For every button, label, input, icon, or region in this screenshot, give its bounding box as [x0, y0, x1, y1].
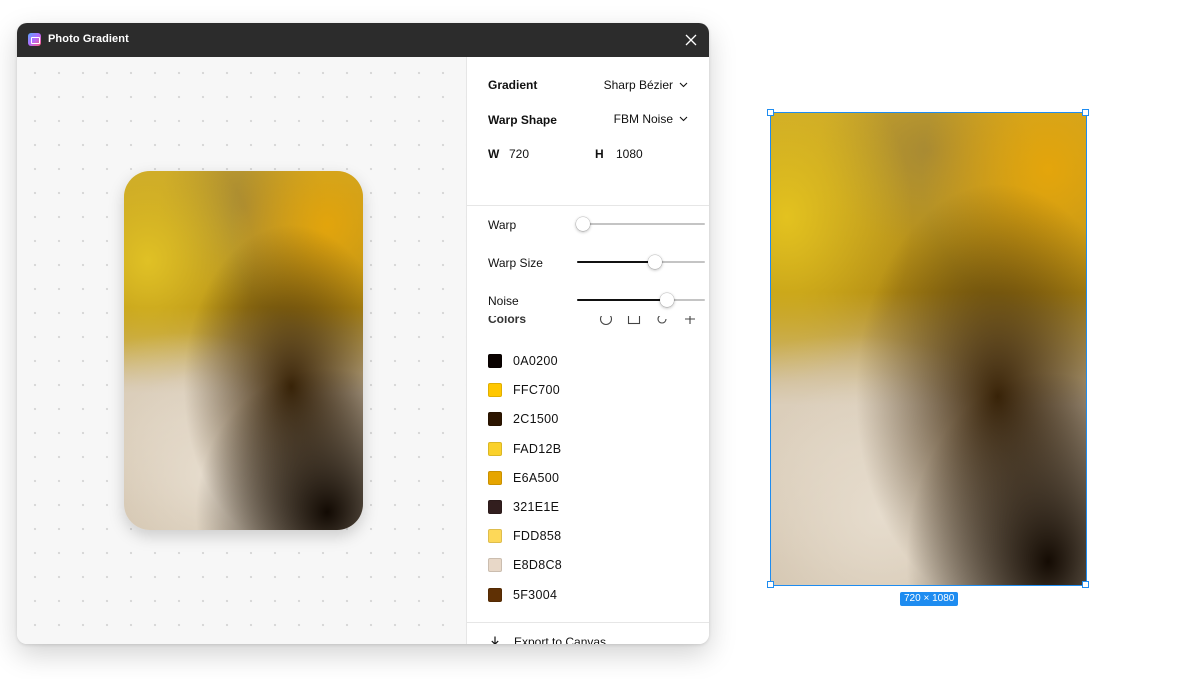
- gradient-value: Sharp Bézier: [603, 78, 673, 92]
- warp-size-label: Warp Size: [488, 256, 543, 270]
- color-row[interactable]: 321E1E: [488, 499, 559, 515]
- color-row[interactable]: FAD12B: [488, 441, 561, 457]
- color-row[interactable]: FFC700: [488, 382, 560, 398]
- color-hex[interactable]: 5F3004: [513, 588, 557, 602]
- color-hex[interactable]: FAD12B: [513, 442, 561, 456]
- size-badge: 720 × 1080: [900, 592, 959, 606]
- color-swatch[interactable]: [488, 383, 502, 398]
- warp-shape-dropdown[interactable]: FBM Noise: [614, 112, 688, 126]
- add-icon[interactable]: [683, 316, 697, 326]
- color-row[interactable]: E6A500: [488, 470, 559, 486]
- refresh-icon[interactable]: [655, 316, 669, 326]
- footer-divider: [467, 622, 709, 623]
- color-hex[interactable]: E8D8C8: [513, 558, 562, 572]
- color-swatch[interactable]: [488, 412, 502, 427]
- color-hex[interactable]: FFC700: [513, 383, 560, 397]
- resize-handle-br[interactable]: [1082, 581, 1089, 588]
- chevron-down-icon: [679, 82, 688, 88]
- resize-handle-tl[interactable]: [767, 109, 774, 116]
- color-swatch[interactable]: [488, 500, 502, 514]
- color-hex[interactable]: FDD858: [513, 529, 561, 543]
- color-swatch[interactable]: [488, 587, 502, 602]
- color-swatch[interactable]: [488, 441, 502, 456]
- colors-header: Colors: [467, 316, 709, 327]
- color-swatch[interactable]: [488, 558, 502, 573]
- height-label: H: [595, 147, 604, 161]
- colors-title: Colors: [488, 316, 527, 326]
- color-swatch[interactable]: [488, 529, 502, 544]
- noise-label: Noise: [488, 294, 519, 308]
- app-icon: [28, 33, 41, 46]
- gradient-preview: [124, 171, 363, 530]
- color-hex[interactable]: 321E1E: [513, 500, 559, 514]
- palette-icon[interactable]: [599, 316, 613, 326]
- color-row[interactable]: E8D8C8: [488, 557, 562, 573]
- gradient-label: Gradient: [488, 78, 538, 92]
- resize-handle-tr[interactable]: [1082, 109, 1089, 116]
- chevron-down-icon: [679, 116, 688, 122]
- color-row[interactable]: 5F3004: [488, 587, 557, 603]
- close-icon[interactable]: [683, 32, 699, 48]
- download-icon: [491, 636, 499, 644]
- color-row[interactable]: FDD858: [488, 528, 561, 544]
- slider-thumb[interactable]: [659, 293, 674, 307]
- warp-shape-value: FBM Noise: [613, 112, 673, 126]
- plugin-window: Photo Gradient Gradient Sharp Bézier War…: [17, 23, 709, 644]
- height-input[interactable]: 1080: [616, 147, 643, 161]
- color-swatch[interactable]: [488, 470, 502, 485]
- section-divider: [467, 205, 709, 206]
- export-label: Export to Canvas: [514, 635, 607, 644]
- warp-slider[interactable]: [576, 217, 705, 231]
- title-bar: Photo Gradient: [17, 23, 709, 57]
- preview-area: [17, 57, 466, 644]
- warp-shape-label: Warp Shape: [488, 113, 557, 127]
- color-row[interactable]: 2C1500: [488, 411, 559, 427]
- width-input[interactable]: 720: [509, 147, 529, 161]
- color-hex[interactable]: 2C1500: [513, 412, 559, 426]
- color-hex[interactable]: E6A500: [513, 471, 559, 485]
- width-label: W: [488, 147, 500, 161]
- export-button[interactable]: Export to Canvas: [488, 635, 606, 644]
- gradient-dropdown[interactable]: Sharp Bézier: [604, 78, 688, 92]
- color-row[interactable]: 0A0200: [488, 353, 558, 369]
- slider-thumb[interactable]: [648, 255, 663, 269]
- color-swatch[interactable]: [488, 354, 502, 368]
- image-icon[interactable]: [627, 316, 641, 326]
- slider-thumb[interactable]: [576, 217, 591, 231]
- warp-size-slider[interactable]: [577, 255, 705, 269]
- resize-handle-bl[interactable]: [767, 581, 774, 588]
- noise-slider[interactable]: [577, 293, 705, 307]
- color-hex[interactable]: 0A0200: [513, 354, 558, 368]
- settings-panel: Gradient Sharp Bézier Warp Shape FBM Noi…: [467, 57, 709, 644]
- canvas-frame[interactable]: [770, 112, 1087, 586]
- window-title: Photo Gradient: [48, 33, 129, 45]
- warp-label: Warp: [488, 218, 517, 232]
